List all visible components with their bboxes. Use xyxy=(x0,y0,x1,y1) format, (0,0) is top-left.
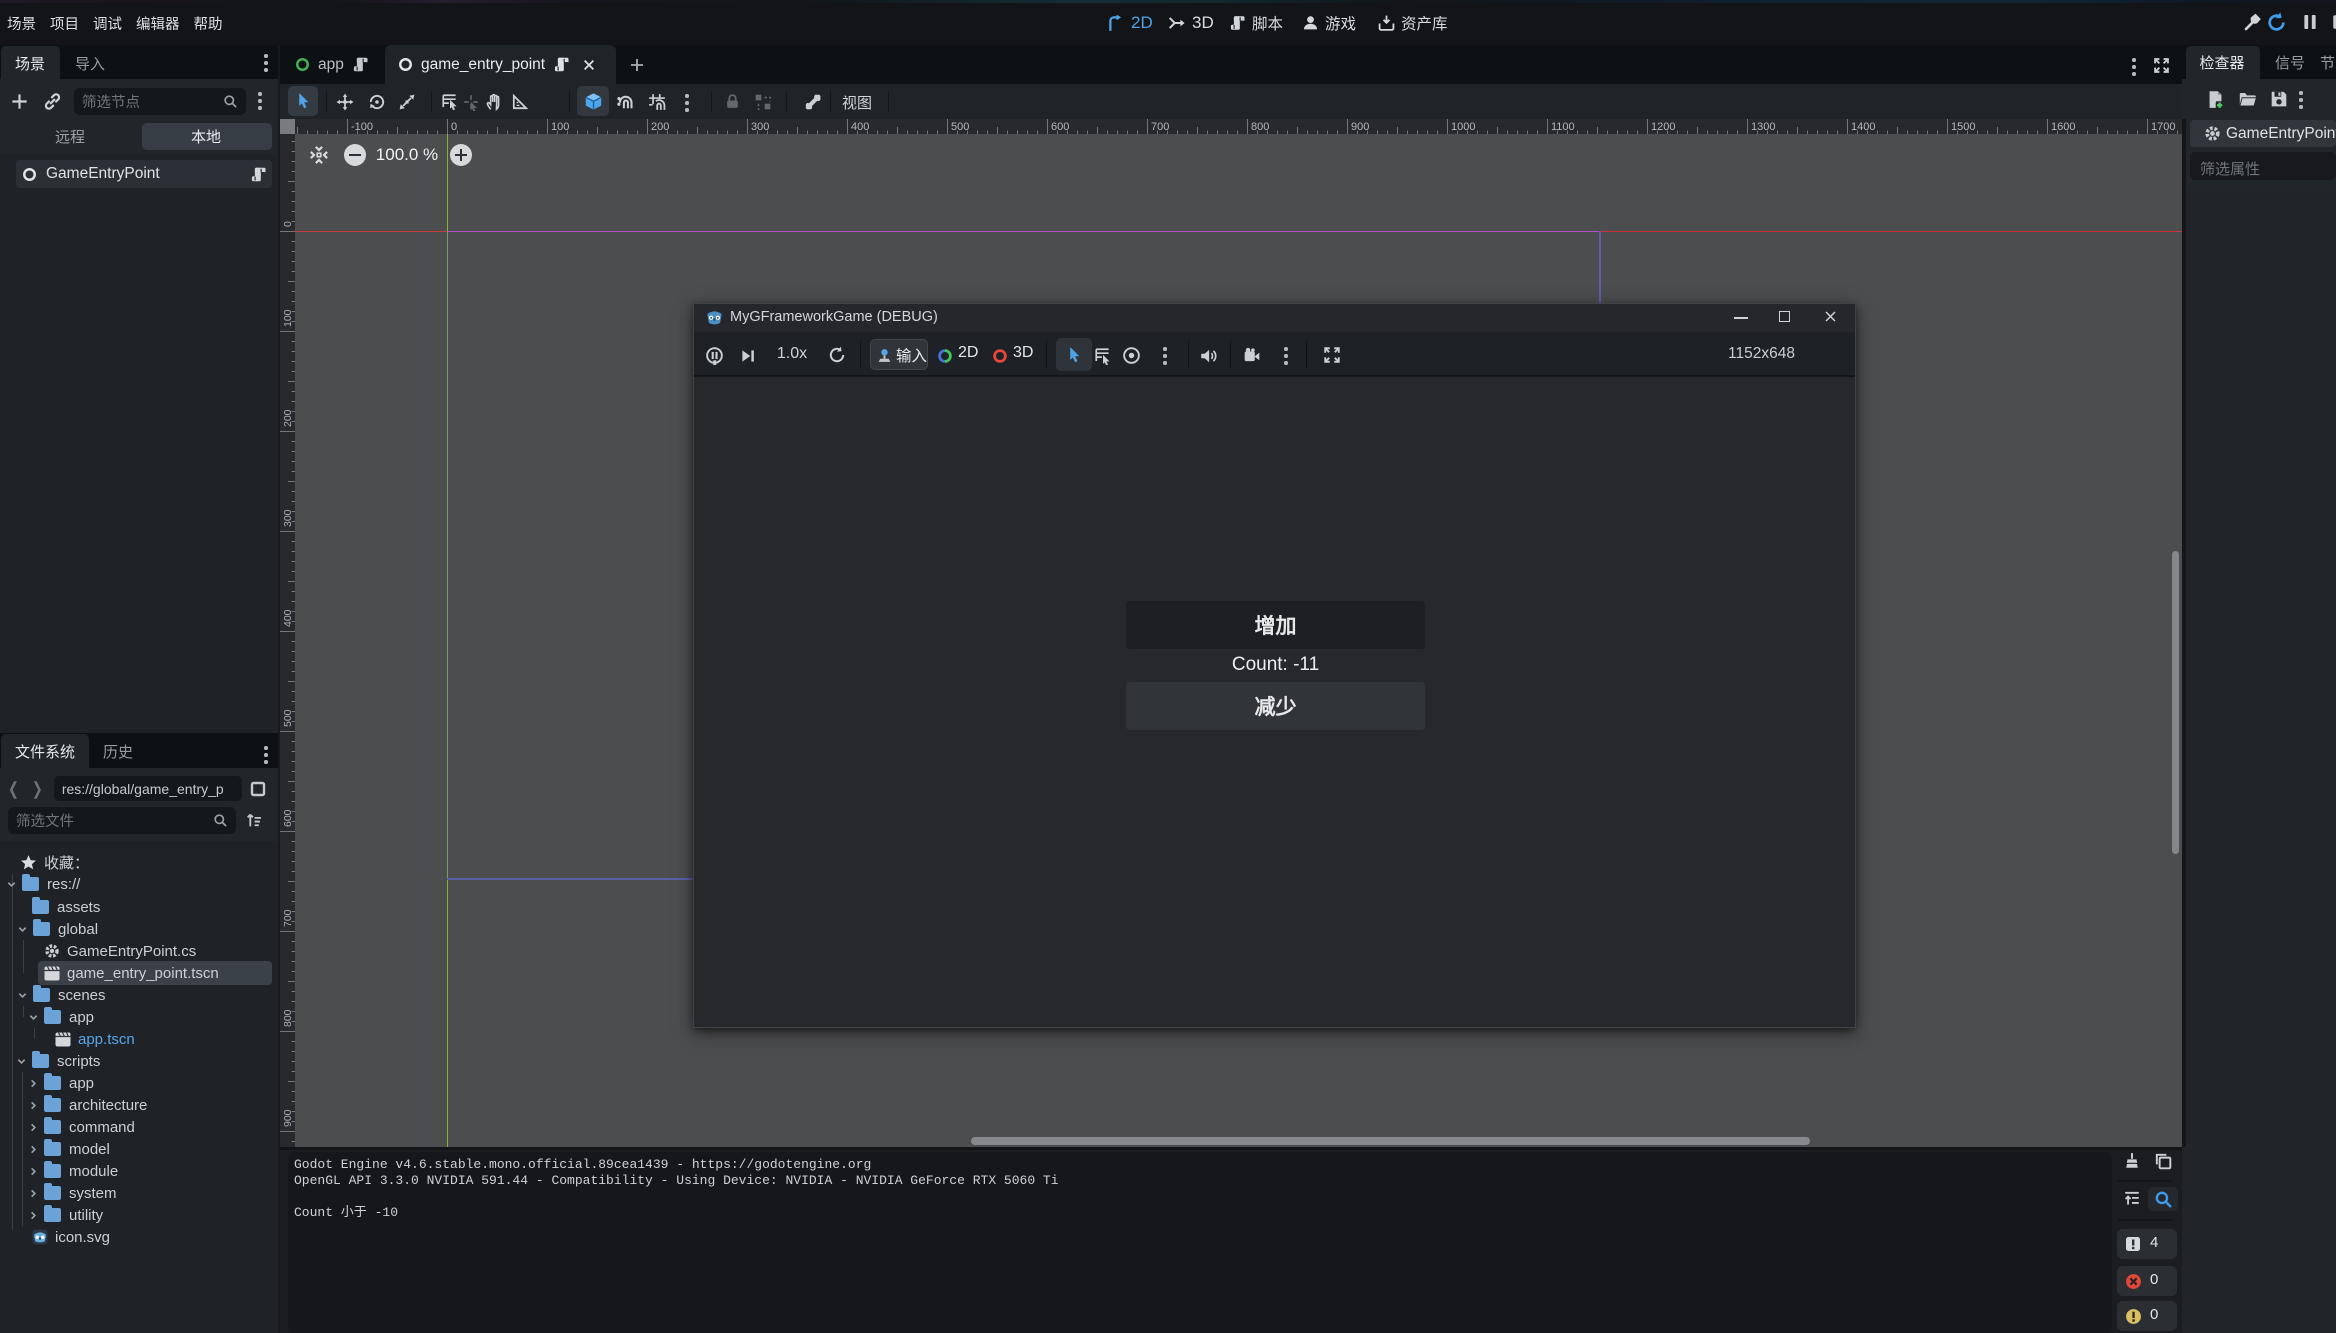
svg-text:900: 900 xyxy=(282,1109,294,1127)
svg-text:600: 600 xyxy=(282,809,294,827)
svg-text:800: 800 xyxy=(282,1009,294,1027)
svg-text:-100: -100 xyxy=(351,121,373,133)
svg-text:200: 200 xyxy=(651,121,669,133)
svg-text:300: 300 xyxy=(282,509,294,527)
svg-text:900: 900 xyxy=(1351,121,1369,133)
svg-text:1600: 1600 xyxy=(2051,121,2075,133)
svg-text:500: 500 xyxy=(951,121,969,133)
svg-text:1100: 1100 xyxy=(1551,121,1575,133)
svg-text:200: 200 xyxy=(282,409,294,427)
svg-text:1500: 1500 xyxy=(1951,121,1975,133)
svg-text:700: 700 xyxy=(282,909,294,927)
svg-text:100: 100 xyxy=(282,309,294,327)
svg-text:1200: 1200 xyxy=(1651,121,1675,133)
svg-text:700: 700 xyxy=(1151,121,1169,133)
svg-text:800: 800 xyxy=(1251,121,1269,133)
svg-text:400: 400 xyxy=(851,121,869,133)
svg-text:0: 0 xyxy=(282,221,294,227)
svg-text:300: 300 xyxy=(751,121,769,133)
svg-text:600: 600 xyxy=(1051,121,1069,133)
svg-text:1300: 1300 xyxy=(1751,121,1775,133)
svg-text:0: 0 xyxy=(451,121,457,133)
svg-text:1000: 1000 xyxy=(1451,121,1475,133)
svg-text:400: 400 xyxy=(282,609,294,627)
svg-text:1400: 1400 xyxy=(1851,121,1875,133)
svg-text:500: 500 xyxy=(282,709,294,727)
svg-text:1700: 1700 xyxy=(2151,121,2175,133)
svg-text:100: 100 xyxy=(551,121,569,133)
